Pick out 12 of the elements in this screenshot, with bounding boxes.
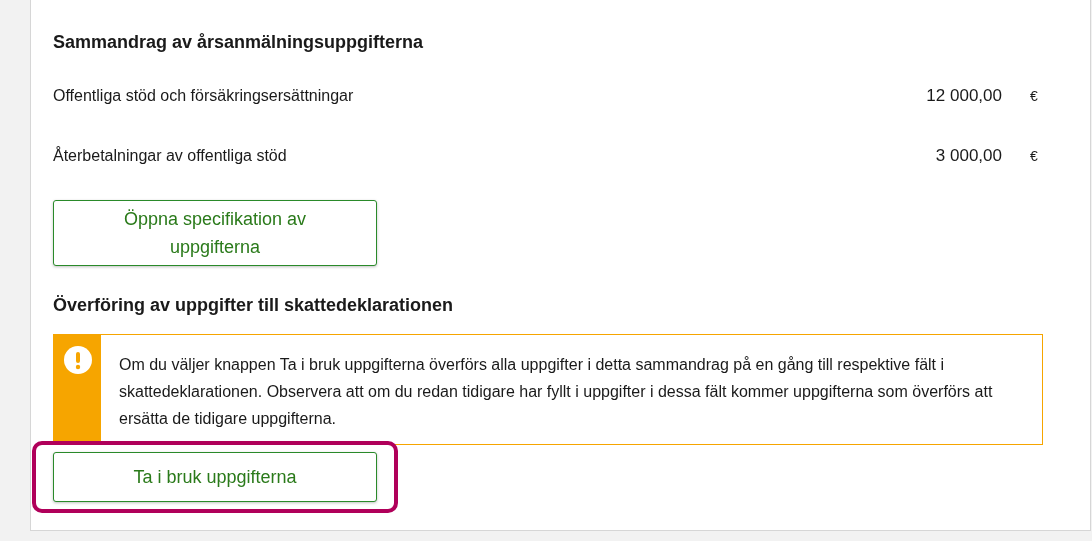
alert-message: Om du väljer knappen Ta i bruk uppgifterna överförs alla uppgifter i detta sammandrag på en gång till respektive fält i skattedeklarationen. Observera att om du redan tidigare har fyllt i uppgifter i dessa fält kommer uppgifterna som överförs att ersätta de tidigare uppgifterna.	[118, 355, 994, 429]
action-button[interactable]: Ta i bruk uppgifterna	[53, 452, 377, 502]
currency-symbol: €	[1029, 148, 1039, 164]
currency-symbol: €	[1029, 88, 1039, 104]
exclamation-icon	[63, 346, 92, 374]
section-heading: Sammandrag av årsanmälningsuppgifterna	[53, 31, 425, 53]
action-button[interactable]: Öppna specifikation av uppgifterna	[53, 200, 377, 266]
row-label: Återbetalningar av offentliga stöd	[53, 147, 288, 165]
section-heading: Överföring av uppgifter till skattedeklarationen	[53, 294, 455, 316]
row-label: Offentliga stöd och försäkringsersättningar	[53, 87, 355, 105]
amount-value: 3 000,00	[934, 146, 1002, 166]
amount-value: 12 000,00	[925, 86, 1002, 106]
